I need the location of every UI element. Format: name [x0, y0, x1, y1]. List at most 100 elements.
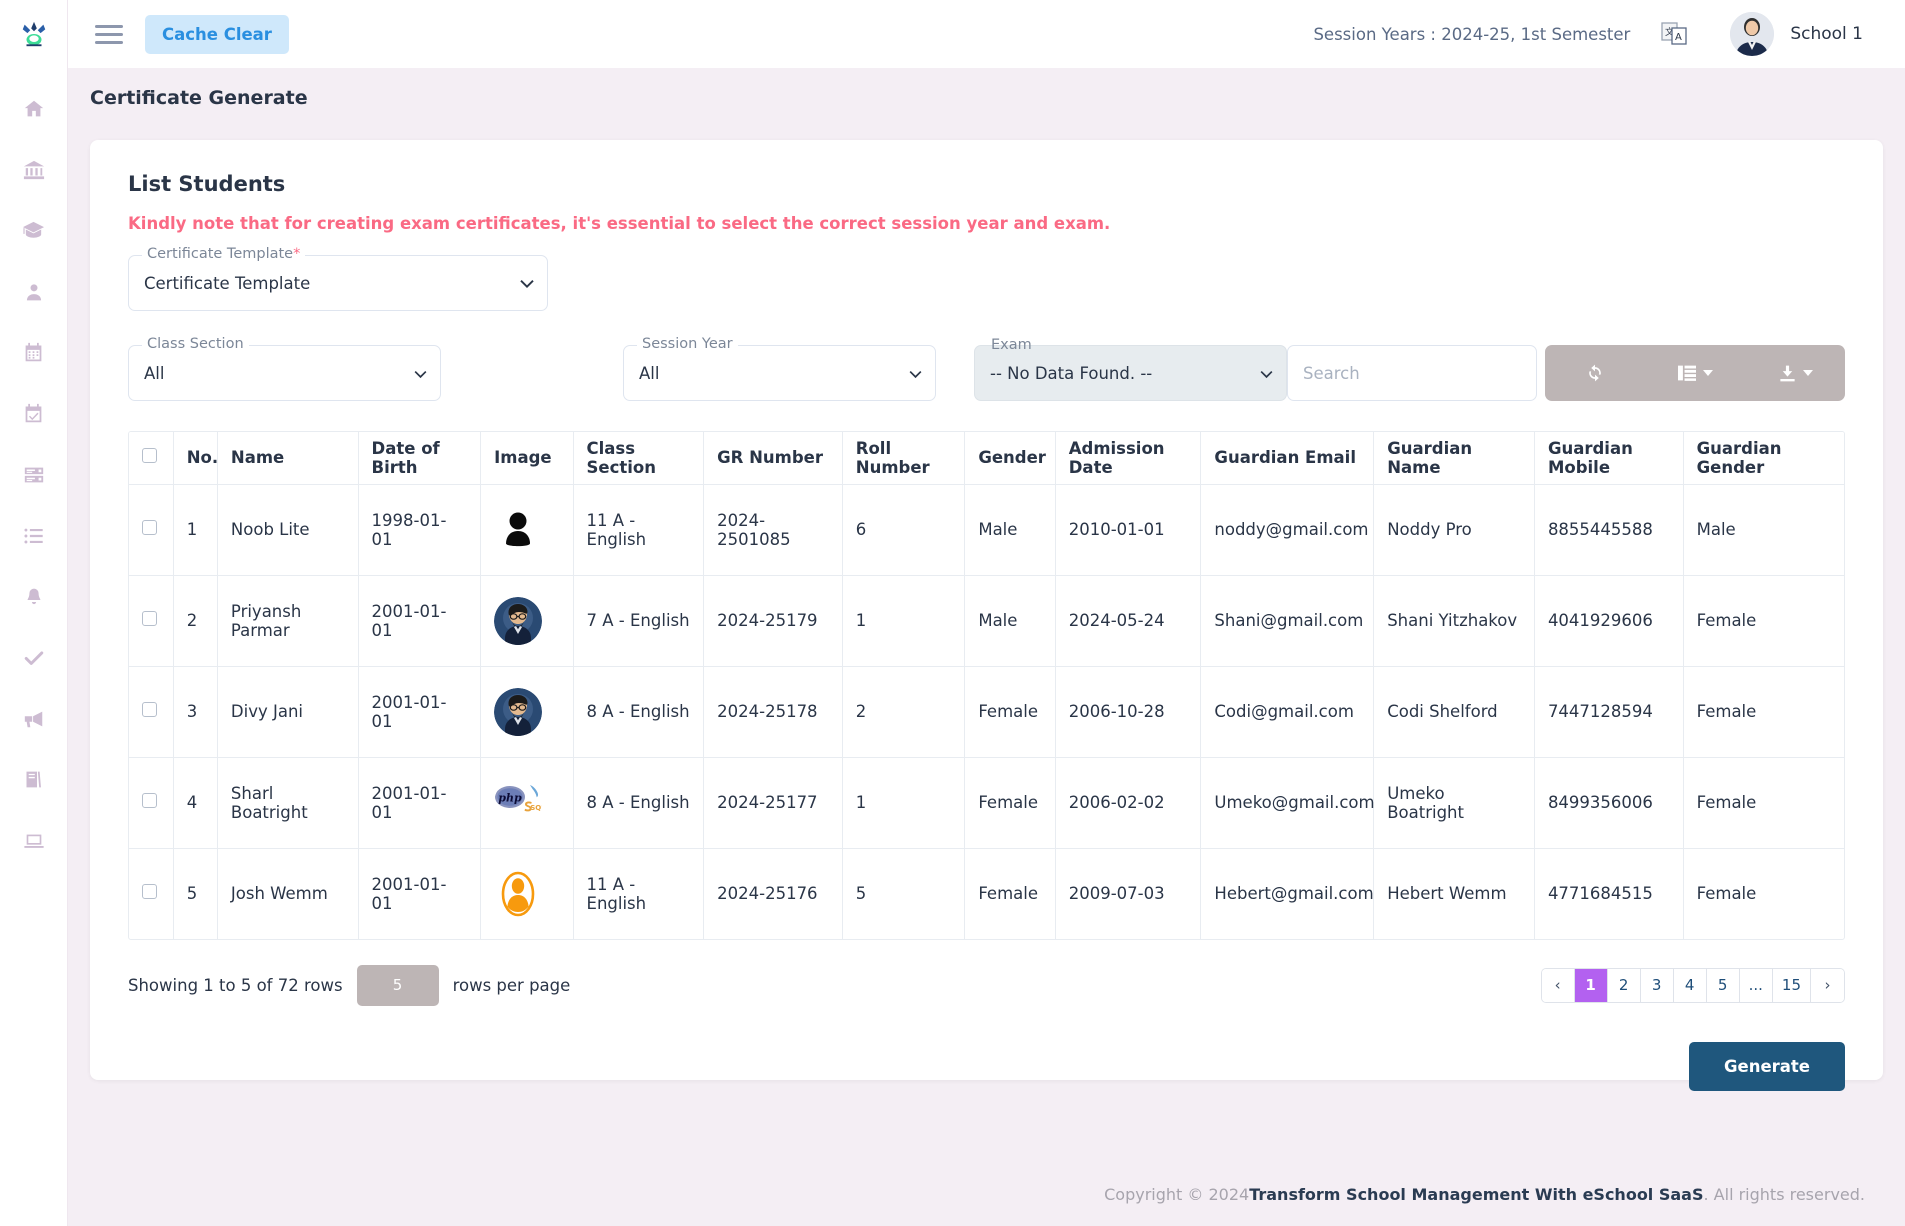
sidebar-item-user[interactable]	[0, 261, 68, 322]
session-year-select[interactable]: All	[624, 346, 935, 400]
svg-text:php: php	[498, 791, 522, 804]
eschool-saas-link[interactable]: Transform School Management With eSchool…	[1249, 1185, 1703, 1204]
cell-name: Sharl Boatright	[217, 757, 358, 848]
sidebar-item-announcements[interactable]	[0, 688, 68, 749]
class-section-field[interactable]: Class Section All	[128, 345, 441, 401]
sidebar-item-institute[interactable]	[0, 139, 68, 200]
col-dob: Date of Birth	[358, 432, 481, 484]
col-image: Image	[481, 432, 573, 484]
graduation-cap-icon	[22, 219, 45, 242]
pagination-page[interactable]: 2	[1608, 969, 1641, 1002]
certificate-template-select[interactable]: Certificate Template	[129, 256, 547, 310]
sidebar-item-students[interactable]	[0, 200, 68, 261]
table-body: 1Noob Lite1998-01-0111 A - English2024-2…	[129, 484, 1844, 939]
session-years-label: Session Years : 2024-25, 1st Semester	[1313, 25, 1630, 44]
students-table-wrapper: No. Name Date of Birth Image Class Secti…	[128, 431, 1845, 940]
table-row: 3Divy Jani2001-01-018 A - English2024-25…	[129, 666, 1844, 757]
required-mark: *	[293, 246, 300, 262]
refresh-button[interactable]	[1545, 345, 1645, 401]
certificate-template-label: Certificate Template*	[142, 246, 305, 262]
sidebar-item-list[interactable]	[0, 505, 68, 566]
avatar-php-mysql-logo-icon: php SQL	[494, 779, 542, 815]
sidebar-item-approvals[interactable]	[0, 627, 68, 688]
certificate-template-field[interactable]: Certificate Template* Certificate Templa…	[128, 255, 548, 311]
pagination: ‹12345...15›	[1541, 968, 1845, 1003]
showing-rows-label: Showing 1 to 5 of 72 rows	[128, 976, 343, 995]
check-icon	[23, 647, 45, 669]
row-checkbox[interactable]	[142, 520, 157, 535]
col-no: No.	[173, 432, 217, 484]
notice-text: Kindly note that for creating exam certi…	[128, 214, 1845, 233]
row-checkbox[interactable]	[142, 793, 157, 808]
cell-gr-number: 2024-25179	[704, 575, 843, 666]
search-input[interactable]	[1287, 345, 1537, 401]
cache-clear-button[interactable]: Cache Clear	[145, 15, 289, 54]
main-card: List Students Kindly note that for creat…	[90, 140, 1883, 1080]
session-year-field[interactable]: Session Year All	[623, 345, 936, 401]
pagination-page[interactable]: 1	[1575, 969, 1608, 1002]
translate-icon[interactable]: 文 A	[1660, 20, 1688, 48]
list-ul-icon	[23, 525, 45, 547]
cell-name: Priyansh Parmar	[217, 575, 358, 666]
svg-text:SQL: SQL	[530, 804, 542, 812]
col-class-section: Class Section	[573, 432, 704, 484]
menu-toggle-icon[interactable]	[95, 19, 125, 49]
sidebar-item-notifications[interactable]	[0, 566, 68, 627]
cell-roll-number: 6	[842, 484, 965, 575]
cell-gender: Female	[965, 757, 1055, 848]
pagination-page[interactable]: 4	[1674, 969, 1707, 1002]
exam-label: Exam	[986, 337, 1037, 353]
avatar[interactable]	[1730, 12, 1774, 56]
row-checkbox[interactable]	[142, 884, 157, 899]
cell-guardian-name: Codi Shelford	[1374, 666, 1535, 757]
copyright-suffix: . All rights reserved.	[1704, 1185, 1866, 1204]
chevron-down-icon	[1703, 370, 1713, 376]
certificate-template-row: Certificate Template* Certificate Templa…	[128, 255, 1845, 311]
sidebar-item-calendar[interactable]	[0, 322, 68, 383]
bank-icon	[23, 159, 45, 181]
sidebar-item-cards[interactable]	[0, 444, 68, 505]
row-checkbox[interactable]	[142, 702, 157, 717]
school-name-label: School 1	[1790, 24, 1863, 44]
table-tools	[1287, 345, 1845, 401]
cell-guardian-gender: Female	[1683, 848, 1844, 939]
pagination-page[interactable]: 5	[1707, 969, 1740, 1002]
select-all-checkbox[interactable]	[142, 448, 157, 463]
megaphone-icon	[23, 708, 45, 730]
cell-class-section: 8 A - English	[573, 757, 704, 848]
row-select-cell	[129, 666, 173, 757]
cell-class-section: 7 A - English	[573, 575, 704, 666]
toolbar-button-group	[1545, 345, 1845, 401]
cell-guardian-name: Umeko Boatright	[1374, 757, 1535, 848]
page-header: Certificate Generate	[68, 68, 1905, 128]
sidebar-item-attendance[interactable]	[0, 383, 68, 444]
sidebar-item-online-exam[interactable]	[0, 810, 68, 871]
exam-select[interactable]: -- No Data Found. --	[975, 346, 1286, 400]
rows-per-page-select[interactable]: 5	[357, 965, 439, 1006]
col-guardian-name: Guardian Name	[1374, 432, 1535, 484]
pagination-page[interactable]: 15	[1773, 969, 1811, 1002]
cell-image	[481, 848, 573, 939]
sidebar-item-home[interactable]	[0, 78, 68, 139]
row-select-cell	[129, 848, 173, 939]
col-guardian-mobile: Guardian Mobile	[1534, 432, 1683, 484]
select-all-header	[129, 432, 173, 484]
cell-admission-date: 2010-01-01	[1055, 484, 1201, 575]
pagination-next[interactable]: ›	[1811, 969, 1844, 1002]
cell-image	[481, 666, 573, 757]
pagination-page[interactable]: 3	[1641, 969, 1674, 1002]
cell-image: php SQL	[481, 757, 573, 848]
exam-field[interactable]: Exam -- No Data Found. --	[974, 345, 1287, 401]
cell-guardian-gender: Male	[1683, 484, 1844, 575]
row-select-cell	[129, 484, 173, 575]
row-checkbox[interactable]	[142, 611, 157, 626]
class-section-select[interactable]: All	[129, 346, 440, 400]
columns-button[interactable]	[1645, 345, 1745, 401]
pagination-prev[interactable]: ‹	[1542, 969, 1575, 1002]
cell-class-section: 11 A - English	[573, 484, 704, 575]
generate-button[interactable]: Generate	[1689, 1042, 1845, 1091]
app-logo[interactable]	[0, 0, 67, 68]
sidebar-item-library[interactable]	[0, 749, 68, 810]
export-button[interactable]	[1745, 345, 1845, 401]
cell-image	[481, 484, 573, 575]
